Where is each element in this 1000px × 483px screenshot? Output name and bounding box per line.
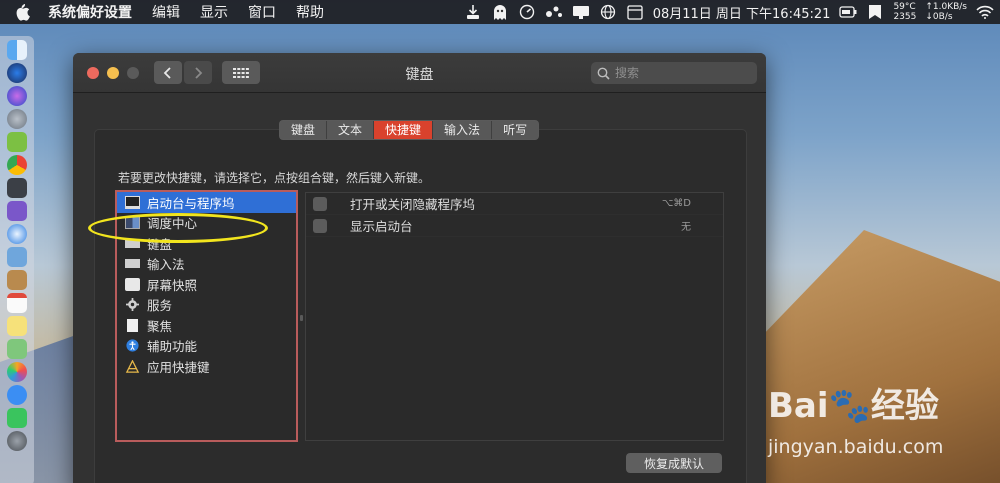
messages-icon[interactable] <box>7 385 27 405</box>
preview-icon[interactable] <box>7 247 27 267</box>
dots-cluster-icon[interactable] <box>545 3 563 21</box>
wifi-icon[interactable] <box>976 3 994 21</box>
annotation-highlight-ellipse <box>88 213 268 243</box>
search-icon <box>597 67 610 80</box>
services-gear-icon <box>126 298 139 312</box>
search-field[interactable] <box>591 62 757 84</box>
keyboard-preferences-window: 键盘 键盘 文本 快捷键 输入法 听写 若要更改快捷键，请选择它，点按组合键，然… <box>73 53 766 483</box>
tab-dictation[interactable]: 听写 <box>492 121 538 139</box>
tab-text[interactable]: 文本 <box>327 121 375 139</box>
apple-icon[interactable] <box>14 3 30 21</box>
display-icon[interactable] <box>572 3 590 21</box>
globe-icon[interactable] <box>599 3 617 21</box>
menu-clock[interactable]: 08月11日 周日 下午16:45:21 <box>653 3 831 22</box>
notes-icon[interactable] <box>7 316 27 336</box>
siri-swirl-icon[interactable] <box>7 86 27 106</box>
calendar-icon[interactable] <box>626 3 644 21</box>
shortcut-list: 打开或关闭隐藏程序坞 ⌥⌘D 显示启动台 无 <box>305 192 724 441</box>
shortcut-key[interactable]: 无 <box>681 218 691 233</box>
pane-splitter-handle[interactable] <box>300 315 303 321</box>
status-area: 08月11日 周日 下午16:45:21 59°C 2355 ↑1.0KB/s … <box>464 0 994 24</box>
temperature-readout[interactable]: 59°C 2355 <box>893 2 916 22</box>
finder-icon[interactable] <box>7 40 27 60</box>
shortcut-checkbox[interactable] <box>313 218 327 233</box>
menu-bar: 系统偏好设置 编辑 显示 窗口 帮助 08月11日 周日 下午16:45:21 <box>0 0 1000 24</box>
menu-app-name[interactable]: 系统偏好设置 <box>48 2 132 22</box>
safari-icon[interactable] <box>7 224 27 244</box>
category-item-input-sources[interactable]: 输入法 <box>117 254 296 275</box>
temp-sub-value: 2355 <box>893 12 917 22</box>
battery-icon[interactable] <box>839 3 857 21</box>
category-item-launchpad-dock[interactable]: 启动台与程序坞 <box>117 192 296 213</box>
category-item-services[interactable]: 服务 <box>117 295 296 316</box>
input-method-icon <box>125 259 140 269</box>
spotlight-icon <box>127 318 138 332</box>
calendar-app-icon[interactable] <box>7 293 27 313</box>
menu-help[interactable]: 帮助 <box>296 2 324 22</box>
network-speed-readout[interactable]: ↑1.0KB/s ↓0B/s <box>925 2 967 22</box>
category-label: 输入法 <box>147 257 185 273</box>
restore-defaults-button[interactable]: 恢复成默认 <box>626 453 722 473</box>
baidu-jingyan-watermark: Bai🐾经验 jingyan.baidu.com <box>768 378 1000 483</box>
ghost-icon[interactable] <box>491 3 509 21</box>
category-item-spotlight[interactable]: 聚焦 <box>117 315 296 336</box>
net-up-value: ↑1.0KB/s <box>925 2 967 12</box>
category-label: 辅助功能 <box>147 339 198 355</box>
category-label: 屏幕快照 <box>147 277 198 293</box>
tab-keyboard[interactable]: 键盘 <box>280 121 328 139</box>
category-label: 聚焦 <box>147 318 173 334</box>
chess-icon[interactable] <box>7 178 27 198</box>
category-label: 启动台与程序坞 <box>147 195 235 211</box>
title-bar[interactable]: 键盘 <box>73 53 766 93</box>
photos-icon[interactable] <box>7 362 27 382</box>
tab-bar: 键盘 文本 快捷键 输入法 听写 <box>279 120 540 140</box>
facetime-icon[interactable] <box>7 408 27 428</box>
shortcut-key[interactable]: ⌥⌘D <box>662 198 691 209</box>
screenshot-icon <box>125 277 140 291</box>
category-item-screenshots[interactable]: 屏幕快照 <box>117 274 296 295</box>
shortcut-label: 打开或关闭隐藏程序坞 <box>350 197 476 212</box>
temp-value: 59°C <box>893 2 916 12</box>
bookmark-k-icon[interactable] <box>866 3 884 21</box>
category-item-app-shortcuts[interactable]: 应用快捷键 <box>117 356 296 377</box>
instruction-text: 若要更改快捷键，请选择它，点按组合键，然后键入新键。 <box>118 171 431 185</box>
category-label: 服务 <box>147 298 173 314</box>
chrome-icon[interactable] <box>7 155 27 175</box>
tab-input-sources[interactable]: 输入法 <box>433 121 493 139</box>
menu-window[interactable]: 窗口 <box>248 2 276 22</box>
tab-shortcuts[interactable]: 快捷键 <box>374 121 434 139</box>
purple-app-icon[interactable] <box>7 201 27 221</box>
watermark-logo: Bai🐾经验 <box>768 386 939 426</box>
menu-view[interactable]: 显示 <box>200 2 228 22</box>
net-down-value: ↓0B/s <box>925 12 953 22</box>
category-item-accessibility[interactable]: 辅助功能 <box>117 336 296 357</box>
accessibility-icon <box>126 339 139 352</box>
launchpad-icon <box>125 195 140 209</box>
watermark-url: jingyan.baidu.com <box>768 436 944 458</box>
shortcut-row[interactable]: 打开或关闭隐藏程序坞 ⌥⌘D <box>306 193 723 215</box>
android-icon[interactable] <box>7 132 27 152</box>
category-label: 应用快捷键 <box>147 359 210 375</box>
system-preferences-icon[interactable] <box>7 431 27 451</box>
search-input[interactable] <box>615 66 745 80</box>
notebook-icon[interactable] <box>7 270 27 290</box>
download-tray-icon[interactable] <box>464 3 482 21</box>
dock <box>0 36 34 483</box>
launchpad-rocket-icon[interactable] <box>7 109 27 129</box>
siri-icon[interactable] <box>7 63 27 83</box>
menu-edit[interactable]: 编辑 <box>152 2 180 22</box>
maps-icon[interactable] <box>7 339 27 359</box>
shortcut-checkbox[interactable] <box>313 196 327 211</box>
shortcut-label: 显示启动台 <box>350 219 413 234</box>
gauge-icon[interactable] <box>518 3 536 21</box>
app-shortcuts-icon <box>125 359 140 373</box>
shortcut-row[interactable]: 显示启动台 无 <box>306 215 723 237</box>
